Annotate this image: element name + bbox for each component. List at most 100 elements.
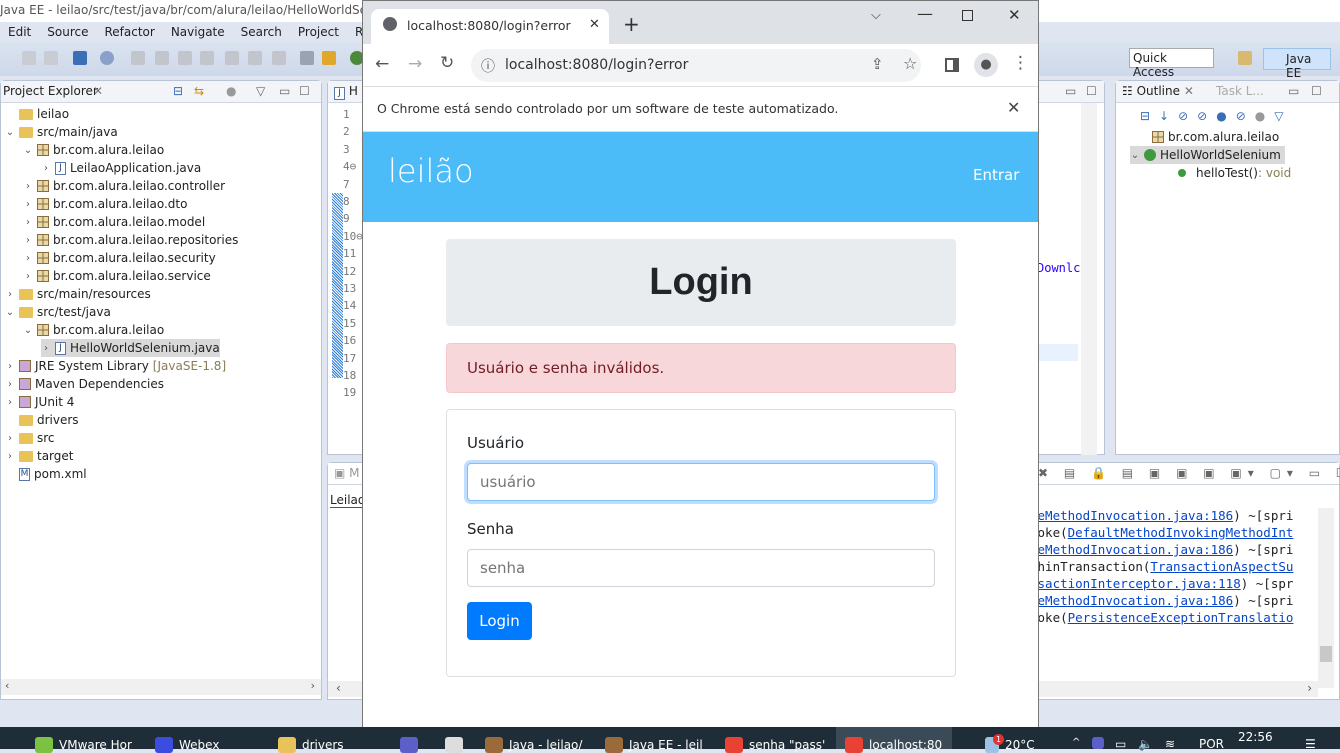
taskbar-item[interactable]: VMware Hor <box>35 737 132 753</box>
outline-item[interactable]: helloTest() : void <box>1178 164 1291 182</box>
maximize-window-icon[interactable] <box>962 10 973 21</box>
tree-item[interactable]: drivers <box>5 411 79 429</box>
disconnect-icon[interactable] <box>200 51 214 65</box>
profile-icon[interactable]: ● <box>974 53 998 77</box>
console-icon[interactable] <box>73 51 87 65</box>
maximize-icon[interactable]: ☐ <box>1311 84 1322 98</box>
menu-navigate[interactable]: Navigate <box>163 22 233 42</box>
chevron-down-icon[interactable]: ⌄ <box>5 307 15 318</box>
tree-item[interactable]: › br.com.alura.leilao.model <box>23 213 205 231</box>
tree-item[interactable]: › J LeilaoApplication.java <box>41 159 201 177</box>
link-with-editor-icon[interactable]: ⇆ <box>194 84 204 98</box>
new-tab-icon[interactable]: + <box>623 12 640 36</box>
scroll-left-icon[interactable]: ‹ <box>336 681 341 695</box>
username-input[interactable] <box>467 463 935 501</box>
horizontal-scrollbar[interactable]: ‹ › <box>1 679 321 695</box>
tree-item[interactable]: ⌄ br.com.alura.leilao <box>23 321 164 339</box>
close-icon[interactable]: ✕ <box>1184 84 1194 98</box>
login-nav-link[interactable]: Entrar <box>973 166 1019 184</box>
weather-widget[interactable]: 1 20°C <box>985 734 1035 753</box>
console-subtab[interactable]: Leilao <box>330 493 366 508</box>
tray-expand-icon[interactable]: ^ <box>1072 737 1080 748</box>
editor-tab[interactable]: J H <box>334 84 358 100</box>
forward-icon[interactable]: → <box>408 54 422 74</box>
close-window-icon[interactable]: ✕ <box>1008 6 1021 24</box>
tree-item[interactable]: › br.com.alura.leilao.controller <box>23 177 225 195</box>
password-input[interactable] <box>467 549 935 587</box>
taskbar-item[interactable]: localhost:80 <box>845 737 942 753</box>
minimize-icon[interactable]: ▭ <box>279 84 290 98</box>
taskbar-item[interactable]: Webex <box>155 737 219 753</box>
taskbar-item[interactable]: drivers <box>278 737 344 753</box>
chevron-right-icon[interactable]: › <box>5 433 15 444</box>
stacktrace-link[interactable]: TransactionAspectSu <box>1150 559 1293 574</box>
outline-item-selected[interactable]: ⌄ HelloWorldSelenium <box>1130 146 1285 164</box>
chevron-right-icon[interactable]: › <box>23 217 33 228</box>
chevron-down-icon[interactable]: ⌄ <box>23 325 33 336</box>
save-icon[interactable] <box>22 51 36 65</box>
minimize-window-icon[interactable]: — <box>917 4 933 23</box>
java-ee-perspective-button[interactable]: Java EE <box>1263 48 1331 80</box>
minimize-icon[interactable]: ▭ <box>1065 84 1076 98</box>
close-infobar-icon[interactable]: ✕ <box>1007 98 1020 117</box>
chevron-right-icon[interactable]: › <box>23 235 33 246</box>
tree-item[interactable]: › JUnit 4 <box>5 393 74 411</box>
drop-to-frame-icon[interactable] <box>300 51 314 65</box>
chevron-down-icon[interactable]: ⌄ <box>1130 150 1140 161</box>
console-toolbar[interactable]: ✖ ▤ 🔒 ▤ ▣ ▣ ▣ ▣▾ ▢▾ ▭ ☐ <box>1038 466 1340 480</box>
outline-toolbar[interactable]: ⊟↓⊘⊘●⊘●▽ <box>1140 109 1292 123</box>
markers-tab[interactable]: ▣ M <box>334 466 360 480</box>
chevron-right-icon[interactable]: › <box>41 163 51 174</box>
suspend-icon[interactable] <box>155 51 169 65</box>
tree-item[interactable]: › br.com.alura.leilao.service <box>23 267 211 285</box>
taskbar-item[interactable]: senha "pass' <box>725 737 825 753</box>
tree-item[interactable]: › target <box>5 447 74 465</box>
stacktrace-link[interactable]: PersistenceExceptionTranslatio <box>1068 610 1294 625</box>
tree-item[interactable]: › J HelloWorldSelenium.java <box>41 339 220 357</box>
tree-item[interactable]: › br.com.alura.leilao.security <box>23 249 216 267</box>
tree-item[interactable]: › JRE System Library [JavaSE-1.8] <box>5 357 226 375</box>
browser-tab[interactable]: localhost:8080/login?error ✕ <box>371 9 609 44</box>
close-icon[interactable]: ✕ <box>93 84 103 98</box>
share-icon[interactable]: ⇪ <box>871 55 884 73</box>
side-panel-icon[interactable] <box>945 58 959 72</box>
chevron-down-icon[interactable]: ⌄ <box>23 145 33 156</box>
taskbar-item[interactable]: Java EE - leil <box>605 737 703 753</box>
scroll-left-icon[interactable]: ‹ <box>5 679 9 692</box>
menu-edit[interactable]: Edit <box>0 22 39 42</box>
tab-search-icon[interactable]: ⌵ <box>871 8 881 23</box>
menu-project[interactable]: Project <box>290 22 347 42</box>
resume-icon[interactable] <box>131 51 145 65</box>
tree-item[interactable]: › br.com.alura.leilao.dto <box>23 195 187 213</box>
stacktrace-link[interactable]: veMethodInvocation.java:186 <box>1030 508 1233 523</box>
minimize-icon[interactable]: ▭ <box>1288 84 1299 98</box>
tray-teams-icon[interactable] <box>1092 737 1104 749</box>
taskbar-item[interactable]: Java - leilao/ <box>485 737 582 753</box>
stacktrace-link[interactable]: DefaultMethodInvokingMethodInt <box>1068 525 1294 540</box>
chevron-right-icon[interactable]: › <box>41 343 51 354</box>
vertical-scrollbar[interactable] <box>1081 103 1097 455</box>
menu-search[interactable]: Search <box>233 22 290 42</box>
step-into-icon[interactable] <box>225 51 239 65</box>
stacktrace-link[interactable]: nsactionInterceptor.java:118 <box>1030 576 1241 591</box>
tree-item[interactable]: Mpom.xml <box>5 465 87 483</box>
url-text[interactable]: localhost:8080/login?error <box>505 57 688 73</box>
tree-item[interactable]: ⌄ src/test/java <box>5 303 111 321</box>
info-icon[interactable]: ⓘ <box>481 56 495 76</box>
chevron-right-icon[interactable]: › <box>23 271 33 282</box>
chevron-right-icon[interactable]: › <box>23 253 33 264</box>
login-button[interactable]: Login <box>467 602 532 640</box>
skip-breakpoints-icon[interactable] <box>100 51 114 65</box>
quick-access-input[interactable]: Quick Access <box>1129 48 1214 79</box>
chevron-right-icon[interactable]: › <box>23 199 33 210</box>
console-scrollbar[interactable] <box>1318 508 1334 688</box>
step-over-icon[interactable] <box>248 51 262 65</box>
chevron-right-icon[interactable]: › <box>5 379 15 390</box>
menu-refactor[interactable]: Refactor <box>96 22 162 42</box>
scroll-right-icon[interactable]: › <box>311 679 315 692</box>
menu-icon[interactable]: ⋮ <box>1012 53 1029 73</box>
scroll-right-icon[interactable]: › <box>1307 681 1312 695</box>
tree-item[interactable]: › src/main/resources <box>5 285 151 303</box>
tree-item[interactable]: › Maven Dependencies <box>5 375 164 393</box>
tree-item[interactable]: › src <box>5 429 55 447</box>
